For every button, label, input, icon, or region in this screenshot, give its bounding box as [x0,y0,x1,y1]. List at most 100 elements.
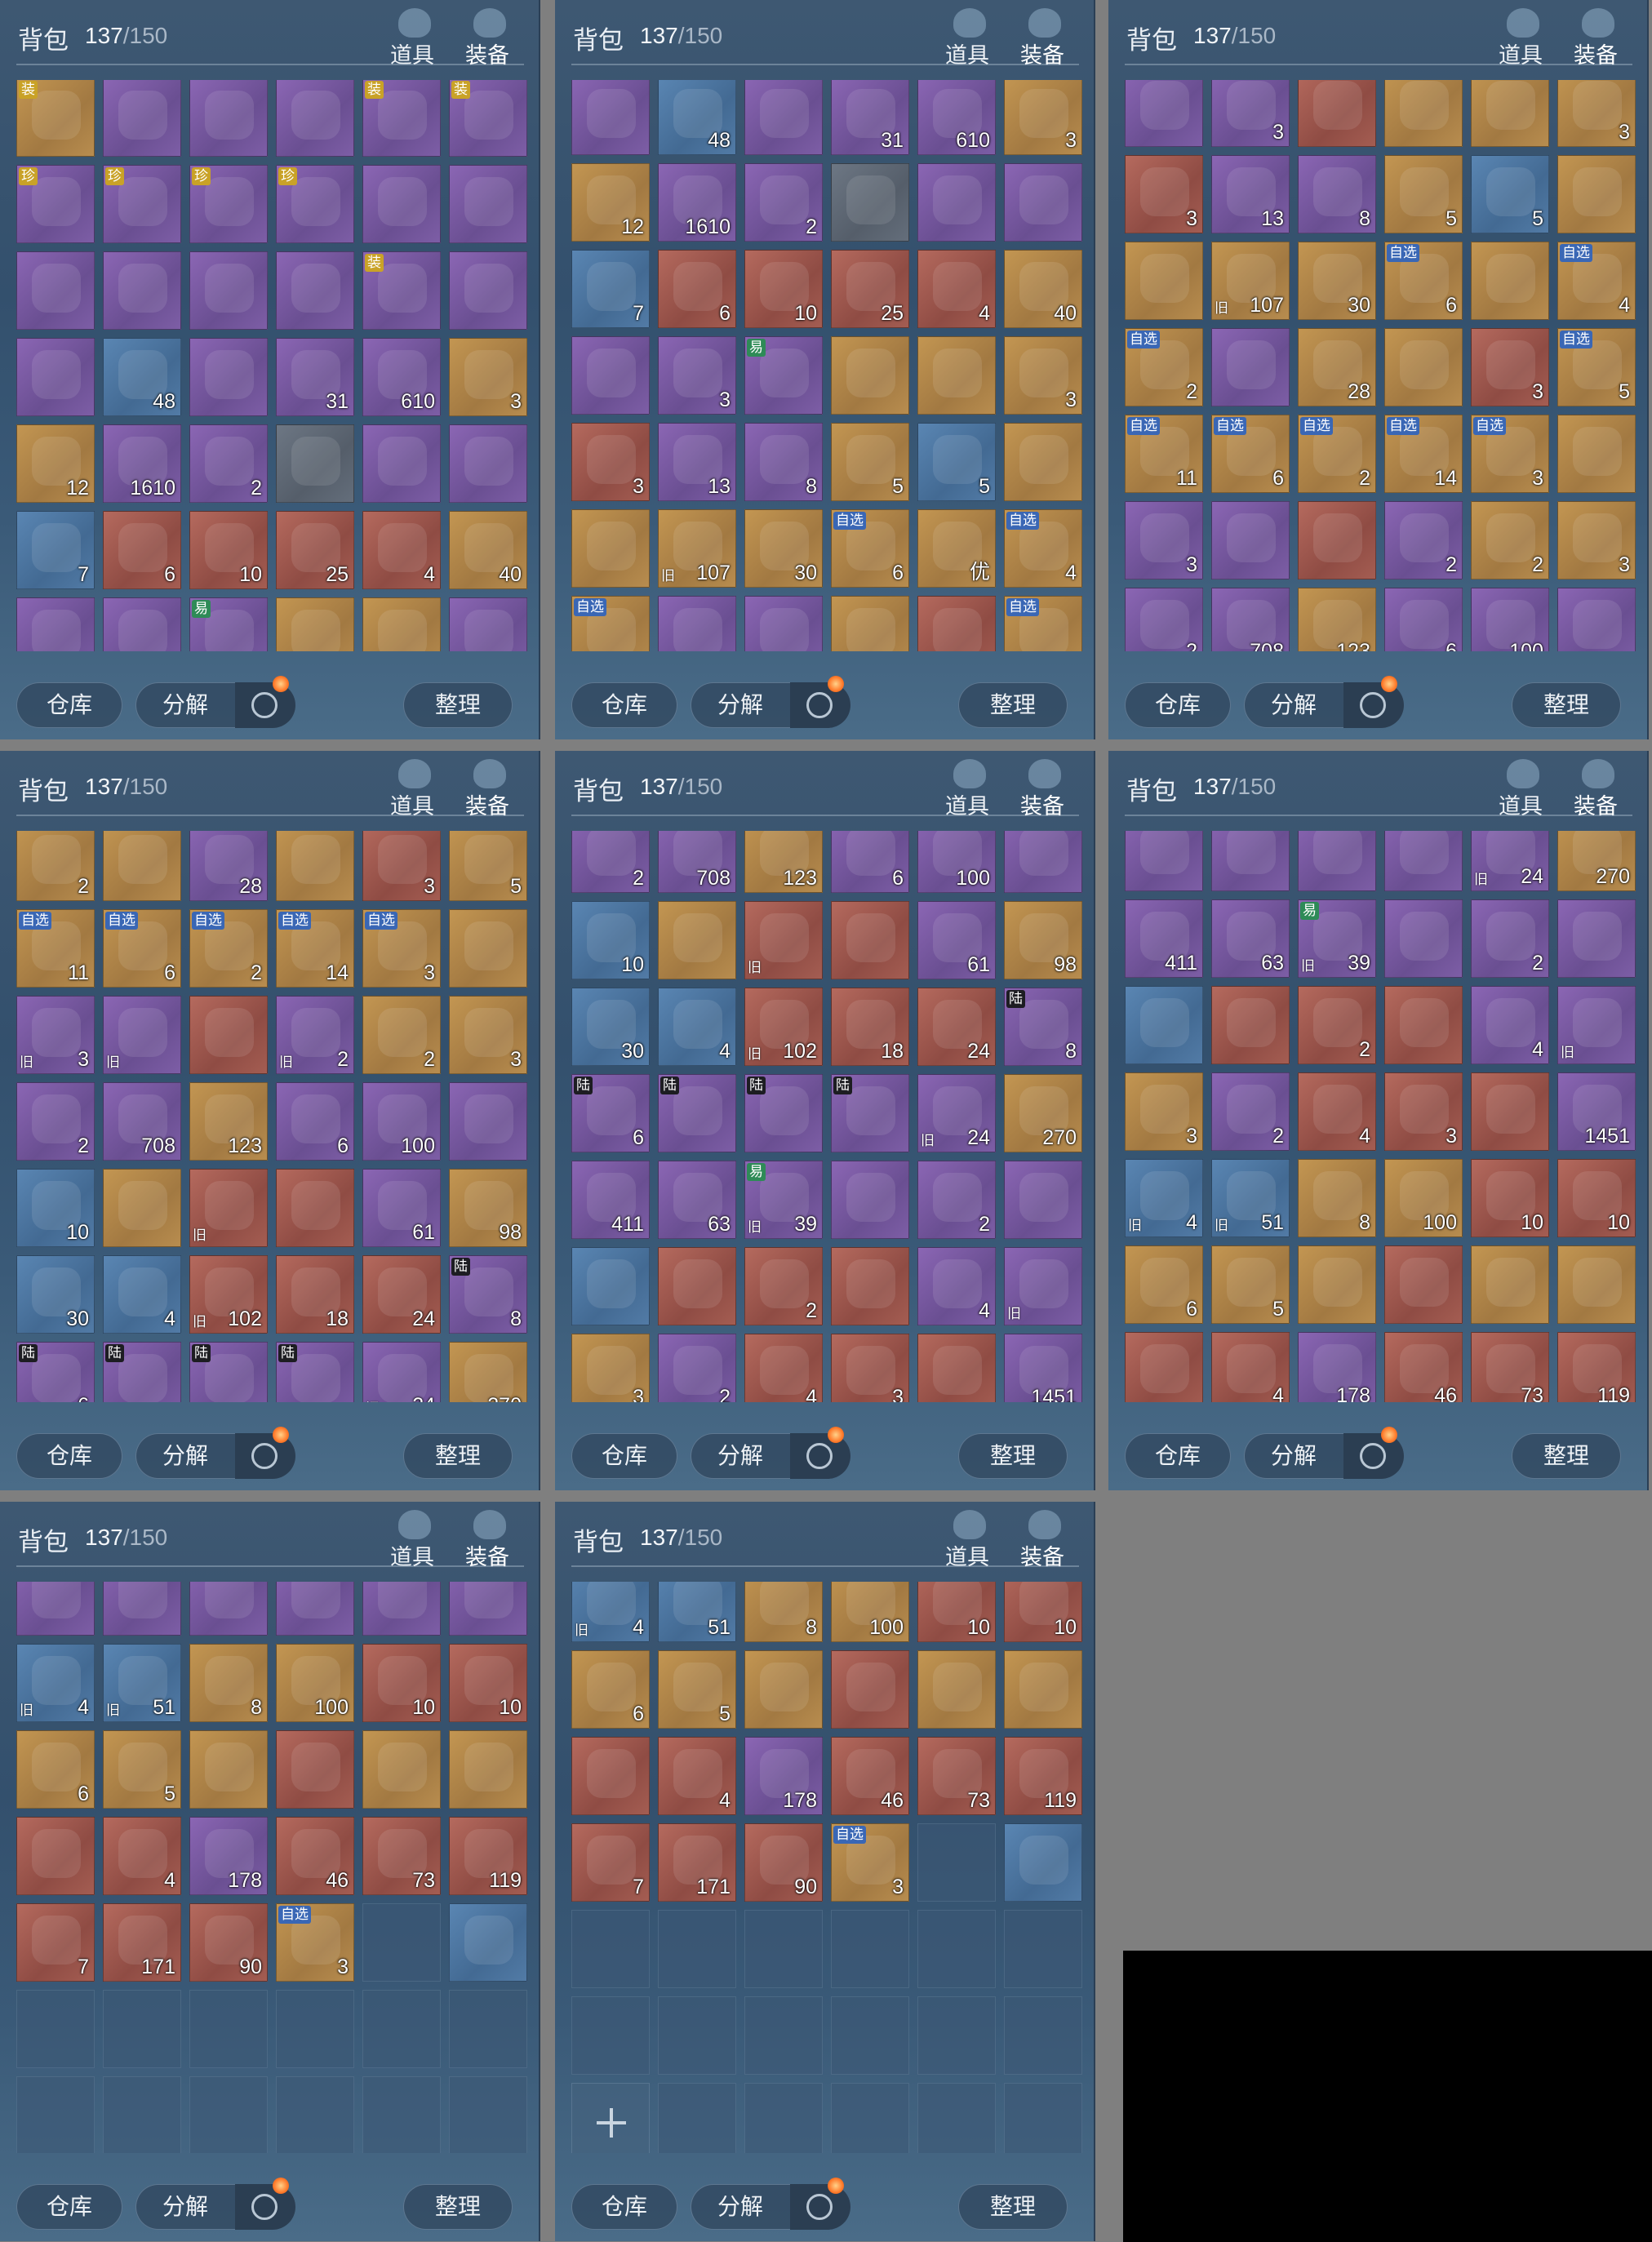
item-slot[interactable]: 4 [1471,986,1549,1064]
item-slot[interactable]: 陆8 [1004,988,1082,1066]
item-slot[interactable]: 119 [449,1817,527,1895]
empty-slot[interactable] [744,2083,823,2153]
item-slot[interactable]: 自选 11 [1125,415,1203,493]
item-slot[interactable] [1471,1245,1549,1324]
empty-slot[interactable] [831,1996,909,2075]
item-slot[interactable] [1471,80,1549,147]
item-slot[interactable] [1384,328,1463,406]
warehouse-button[interactable]: 仓库 [16,682,122,728]
tab-items[interactable]: 道具 [939,8,996,69]
item-slot[interactable]: 4 [917,1247,996,1325]
item-slot[interactable] [1384,1245,1463,1324]
item-slot[interactable]: 178 [1298,1332,1376,1402]
item-slot[interactable] [189,338,268,416]
item-slot[interactable] [917,336,996,415]
item-slot[interactable]: 5 [658,1650,736,1729]
item-slot[interactable]: 100 [831,1582,909,1642]
item-slot[interactable]: 5 [103,1730,181,1809]
item-slot[interactable] [1004,423,1082,501]
empty-slot[interactable] [276,1990,354,2068]
tab-equipment[interactable]: 装备 [1567,759,1624,819]
item-slot[interactable]: 61 [362,1169,441,1247]
item-slot[interactable] [917,1650,996,1729]
item-slot[interactable]: 46 [831,1737,909,1815]
item-slot[interactable] [744,80,823,155]
item-slot[interactable] [831,901,909,979]
item-slot[interactable]: 18 [276,1255,354,1334]
item-slot[interactable]: 90 [189,1903,268,1982]
item-slot[interactable]: 6 [831,831,909,893]
item-slot[interactable] [831,1650,909,1729]
empty-slot[interactable] [744,1910,823,1988]
item-slot[interactable] [1298,501,1376,579]
item-slot[interactable]: 旧4 [1125,1159,1203,1237]
empty-slot[interactable] [1004,1910,1082,1988]
item-slot[interactable]: 2 [16,1082,95,1161]
item-slot[interactable]: 90 [744,1823,823,1902]
item-slot[interactable] [362,165,441,243]
warehouse-button[interactable]: 仓库 [571,1433,677,1479]
item-slot[interactable]: 自选 3 [1471,415,1549,493]
item-slot[interactable] [658,901,736,979]
item-slot[interactable]: 自选 6 [1211,415,1290,493]
organize-button[interactable]: 整理 [403,1433,513,1479]
item-slot[interactable] [1557,155,1636,233]
item-slot[interactable] [103,1169,181,1247]
item-slot[interactable] [449,165,527,243]
item-slot[interactable]: 2 [1471,501,1549,579]
item-slot[interactable] [189,251,268,330]
item-slot[interactable]: 旧 24 [917,1074,996,1152]
item-slot[interactable] [1384,831,1463,891]
item-slot[interactable]: 30 [1298,242,1376,320]
item-slot[interactable]: 10 [917,1582,996,1642]
empty-slot[interactable] [917,1823,996,1902]
item-slot[interactable]: 自选 2 [1125,328,1203,406]
item-slot[interactable] [917,596,996,651]
empty-slot[interactable] [831,1910,909,1988]
item-slot[interactable]: 2 [16,831,95,901]
item-slot[interactable]: 旧 51 [1211,1159,1290,1237]
tab-equipment[interactable]: 装备 [1014,1510,1071,1570]
item-slot[interactable]: 270 [449,1342,527,1402]
item-slot[interactable]: 旧 107 [1211,242,1290,320]
item-slot[interactable]: 4 [103,1817,181,1895]
item-slot[interactable]: 3 [362,831,441,901]
item-slot[interactable]: 5 [1471,155,1549,233]
item-slot[interactable]: 旧 [189,1169,268,1247]
item-slot[interactable]: 73 [1471,1332,1549,1402]
item-slot[interactable] [276,1730,354,1809]
item-slot[interactable]: 6 [571,1650,650,1729]
item-slot[interactable]: 自选 4 [1557,242,1636,320]
item-slot[interactable]: 旧 [1557,986,1636,1064]
item-slot[interactable] [362,1730,441,1809]
item-slot[interactable]: 6 [1125,1245,1203,1324]
item-slot[interactable]: 自选 2 [189,909,268,988]
item-slot[interactable]: 10 [1471,1159,1549,1237]
item-slot[interactable]: 自选 [571,596,650,651]
item-grid-viewport[interactable]: 3 3 3 13 8 5 5 旧 107 30 自选 6 自选 4 自选 2 28 3 自选 5 自选 11 自选 6 自选 2 自… [1125,80,1637,651]
tab-equipment[interactable]: 装备 [459,8,516,69]
item-slot[interactable]: 5 [1211,1245,1290,1324]
empty-slot[interactable] [1004,1996,1082,2075]
item-slot[interactable]: 8 [744,1582,823,1642]
item-slot[interactable]: 46 [1384,1332,1463,1402]
item-slot[interactable]: 6 [1384,588,1463,651]
empty-slot[interactable] [917,2083,996,2153]
empty-slot[interactable] [362,1990,441,2068]
empty-slot[interactable] [16,1990,95,2068]
item-slot[interactable] [449,1582,527,1636]
item-slot[interactable]: 易 [189,597,268,651]
item-slot[interactable]: 63 [1211,899,1290,978]
expand-bag-button[interactable] [571,2083,650,2153]
item-slot[interactable] [1557,899,1636,978]
item-slot[interactable]: 旧 51 [103,1644,181,1722]
item-slot[interactable]: 装 [362,251,441,330]
item-slot[interactable] [1557,415,1636,493]
item-slot[interactable]: 自选 5 [1557,328,1636,406]
tab-items[interactable]: 道具 [939,1510,996,1570]
item-slot[interactable]: 25 [831,250,909,328]
item-slot[interactable] [16,1817,95,1895]
item-slot[interactable] [1004,1823,1082,1902]
item-slot[interactable]: 46 [276,1817,354,1895]
item-slot[interactable]: 30 [744,509,823,588]
